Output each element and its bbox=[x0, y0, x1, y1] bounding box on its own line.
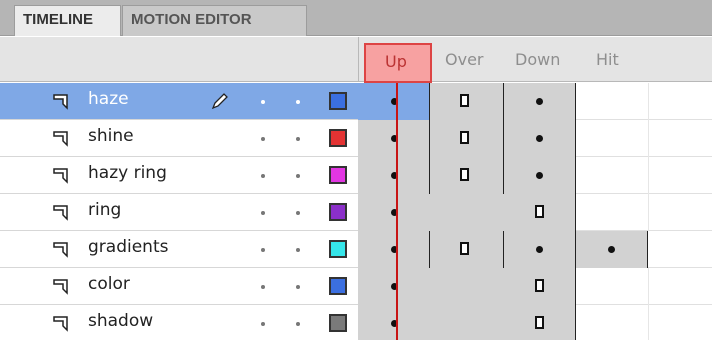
blank-keyframe[interactable] bbox=[460, 94, 469, 107]
frame-divider bbox=[648, 157, 649, 194]
visibility-toggle[interactable] bbox=[261, 174, 265, 178]
layer-name: color bbox=[88, 274, 130, 294]
frame-label-over: Over bbox=[445, 50, 484, 69]
visibility-toggle[interactable] bbox=[261, 137, 265, 141]
blank-keyframe[interactable] bbox=[460, 131, 469, 144]
outline-color-swatch[interactable] bbox=[329, 129, 347, 147]
lock-toggle[interactable] bbox=[296, 137, 300, 141]
layer-name: shadow bbox=[88, 311, 154, 331]
frame-row[interactable] bbox=[358, 231, 712, 268]
keyframe[interactable] bbox=[536, 246, 543, 253]
layer-row-gradients[interactable]: gradients bbox=[0, 231, 358, 268]
frame-row[interactable] bbox=[358, 157, 712, 194]
lock-toggle[interactable] bbox=[296, 322, 300, 326]
tab-motion-editor[interactable]: MOTION EDITOR bbox=[122, 5, 307, 36]
blank-keyframe[interactable] bbox=[535, 205, 544, 218]
frame-divider bbox=[648, 83, 649, 120]
blank-keyframe[interactable] bbox=[535, 279, 544, 292]
outline-color-swatch[interactable] bbox=[329, 92, 347, 110]
frame-span[interactable] bbox=[430, 157, 504, 194]
frame-span[interactable] bbox=[358, 83, 430, 120]
layer-icon bbox=[53, 316, 68, 332]
frame-divider bbox=[648, 268, 649, 305]
layer-row-shine[interactable]: shine bbox=[0, 120, 358, 157]
lock-toggle[interactable] bbox=[296, 174, 300, 178]
blank-keyframe[interactable] bbox=[460, 242, 469, 255]
layer-icon bbox=[53, 131, 68, 147]
visibility-toggle[interactable] bbox=[261, 100, 265, 104]
layer-name: ring bbox=[88, 200, 122, 220]
layer-name: hazy ring bbox=[88, 163, 167, 183]
blank-keyframe[interactable] bbox=[460, 168, 469, 181]
frame-row[interactable] bbox=[358, 305, 712, 340]
frame-span[interactable] bbox=[358, 194, 576, 231]
layer-icon bbox=[53, 94, 68, 110]
lock-toggle[interactable] bbox=[296, 248, 300, 252]
keyframe[interactable] bbox=[536, 172, 543, 179]
panel-tab-bar: TIMELINE MOTION EDITOR bbox=[0, 0, 712, 36]
keyframe[interactable] bbox=[536, 135, 543, 142]
layer-name: shine bbox=[88, 126, 134, 146]
frame-label-hit: Hit bbox=[596, 50, 619, 69]
frame-span[interactable] bbox=[504, 120, 576, 157]
layer-name: gradients bbox=[88, 237, 169, 257]
frame-span[interactable] bbox=[358, 157, 430, 194]
playhead-line[interactable] bbox=[396, 83, 398, 340]
frame-grid[interactable] bbox=[358, 83, 712, 340]
keyframe[interactable] bbox=[536, 98, 543, 105]
frame-span[interactable] bbox=[430, 231, 504, 268]
frame-divider bbox=[648, 120, 649, 157]
pencil-icon bbox=[211, 93, 228, 110]
tab-timeline[interactable]: TIMELINE bbox=[14, 5, 121, 36]
layer-name: haze bbox=[88, 89, 129, 109]
frame-divider bbox=[648, 305, 649, 340]
layer-icon bbox=[53, 279, 68, 295]
layer-row-color[interactable]: color bbox=[0, 268, 358, 305]
layer-icon bbox=[53, 168, 68, 184]
frame-row[interactable] bbox=[358, 194, 712, 231]
frame-divider bbox=[648, 194, 649, 231]
outline-color-swatch[interactable] bbox=[329, 277, 347, 295]
playhead-marker[interactable]: Up bbox=[364, 43, 432, 83]
frame-span[interactable] bbox=[358, 268, 576, 305]
layer-row-ring[interactable]: ring bbox=[0, 194, 358, 231]
frame-span[interactable] bbox=[504, 83, 576, 120]
blank-keyframe[interactable] bbox=[535, 316, 544, 329]
frame-span[interactable] bbox=[358, 305, 576, 340]
lock-toggle[interactable] bbox=[296, 211, 300, 215]
layer-row-shadow[interactable]: shadow bbox=[0, 305, 358, 340]
frame-span[interactable] bbox=[358, 120, 430, 157]
lock-toggle[interactable] bbox=[296, 285, 300, 289]
layer-row-haze[interactable]: haze bbox=[0, 83, 358, 120]
keyframe[interactable] bbox=[608, 246, 615, 253]
frame-label-up: Up bbox=[385, 52, 407, 71]
outline-color-swatch[interactable] bbox=[329, 203, 347, 221]
frame-span[interactable] bbox=[576, 231, 648, 268]
frame-span[interactable] bbox=[358, 231, 430, 268]
layer-icon bbox=[53, 242, 68, 258]
frame-span[interactable] bbox=[430, 120, 504, 157]
frame-row[interactable] bbox=[358, 83, 712, 120]
frame-span[interactable] bbox=[430, 83, 504, 120]
layer-row-hazy-ring[interactable]: hazy ring bbox=[0, 157, 358, 194]
layer-icon bbox=[53, 205, 68, 221]
visibility-toggle[interactable] bbox=[261, 211, 265, 215]
visibility-toggle[interactable] bbox=[261, 248, 265, 252]
frame-row[interactable] bbox=[358, 268, 712, 305]
lock-toggle[interactable] bbox=[296, 100, 300, 104]
visibility-toggle[interactable] bbox=[261, 322, 265, 326]
outline-color-swatch[interactable] bbox=[329, 240, 347, 258]
frame-row[interactable] bbox=[358, 120, 712, 157]
frame-span[interactable] bbox=[504, 157, 576, 194]
visibility-toggle[interactable] bbox=[261, 285, 265, 289]
outline-color-swatch[interactable] bbox=[329, 166, 347, 184]
frame-span[interactable] bbox=[504, 231, 576, 268]
outline-color-swatch[interactable] bbox=[329, 314, 347, 332]
frame-label-down: Down bbox=[515, 50, 561, 69]
